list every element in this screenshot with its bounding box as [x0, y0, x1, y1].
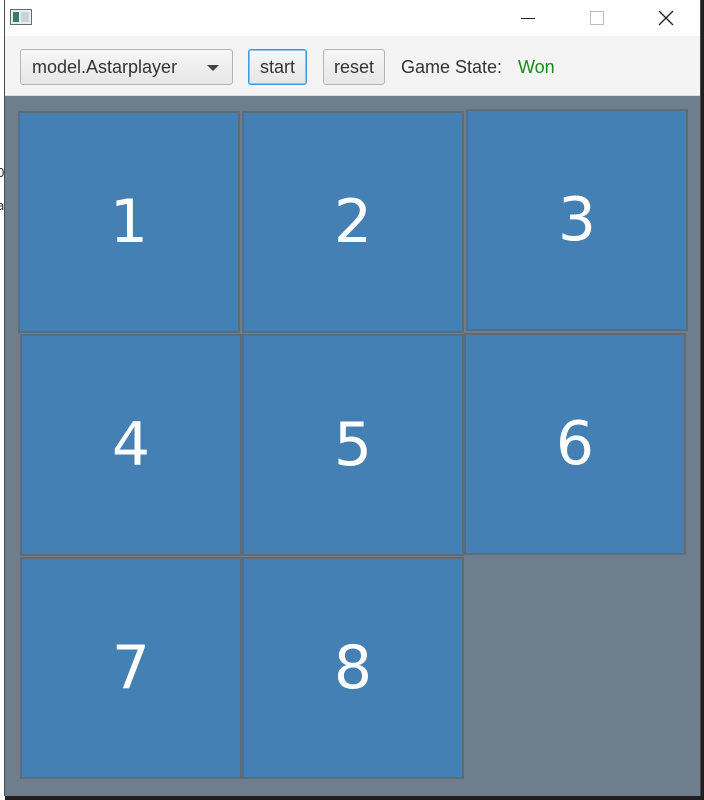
puzzle-tile[interactable]: 3	[466, 109, 688, 331]
puzzle-tile[interactable]: 5	[242, 334, 464, 556]
close-icon	[658, 10, 674, 26]
toolbar: model.Astarplayer start reset Game State…	[5, 36, 700, 96]
maximize-button[interactable]	[574, 0, 620, 36]
tile-number: 1	[109, 187, 149, 257]
close-button[interactable]	[643, 0, 689, 36]
tile-number: 6	[555, 409, 595, 479]
puzzle-tile[interactable]: 2	[242, 111, 464, 333]
start-button[interactable]: start	[248, 49, 307, 85]
puzzle-tile[interactable]: 7	[20, 557, 242, 779]
game-state-value: Won	[518, 57, 555, 77]
tile-number: 7	[111, 633, 151, 703]
app-window: model.Astarplayer start reset Game State…	[4, 0, 701, 796]
chevron-down-icon	[207, 65, 219, 71]
maximize-icon	[590, 11, 604, 25]
reset-button[interactable]: reset	[323, 49, 385, 85]
tile-number: 4	[111, 410, 151, 480]
puzzle-tile[interactable]: 1	[18, 111, 240, 333]
minimize-button[interactable]	[505, 0, 551, 36]
tile-number: 2	[333, 187, 373, 257]
puzzle-tile[interactable]: 8	[242, 557, 464, 779]
tile-number: 5	[333, 410, 373, 480]
player-select-value: model.Astarplayer	[32, 57, 178, 77]
puzzle-tile[interactable]: 4	[20, 334, 242, 556]
minimize-icon	[521, 17, 535, 19]
player-select[interactable]: model.Astarplayer	[20, 49, 233, 85]
tile-number: 8	[333, 633, 373, 703]
app-window-icon	[10, 9, 32, 25]
title-bar	[5, 0, 700, 36]
puzzle-tile[interactable]: 6	[464, 333, 686, 555]
game-state-label: Game State:	[401, 57, 503, 77]
tile-number: 3	[557, 185, 597, 255]
